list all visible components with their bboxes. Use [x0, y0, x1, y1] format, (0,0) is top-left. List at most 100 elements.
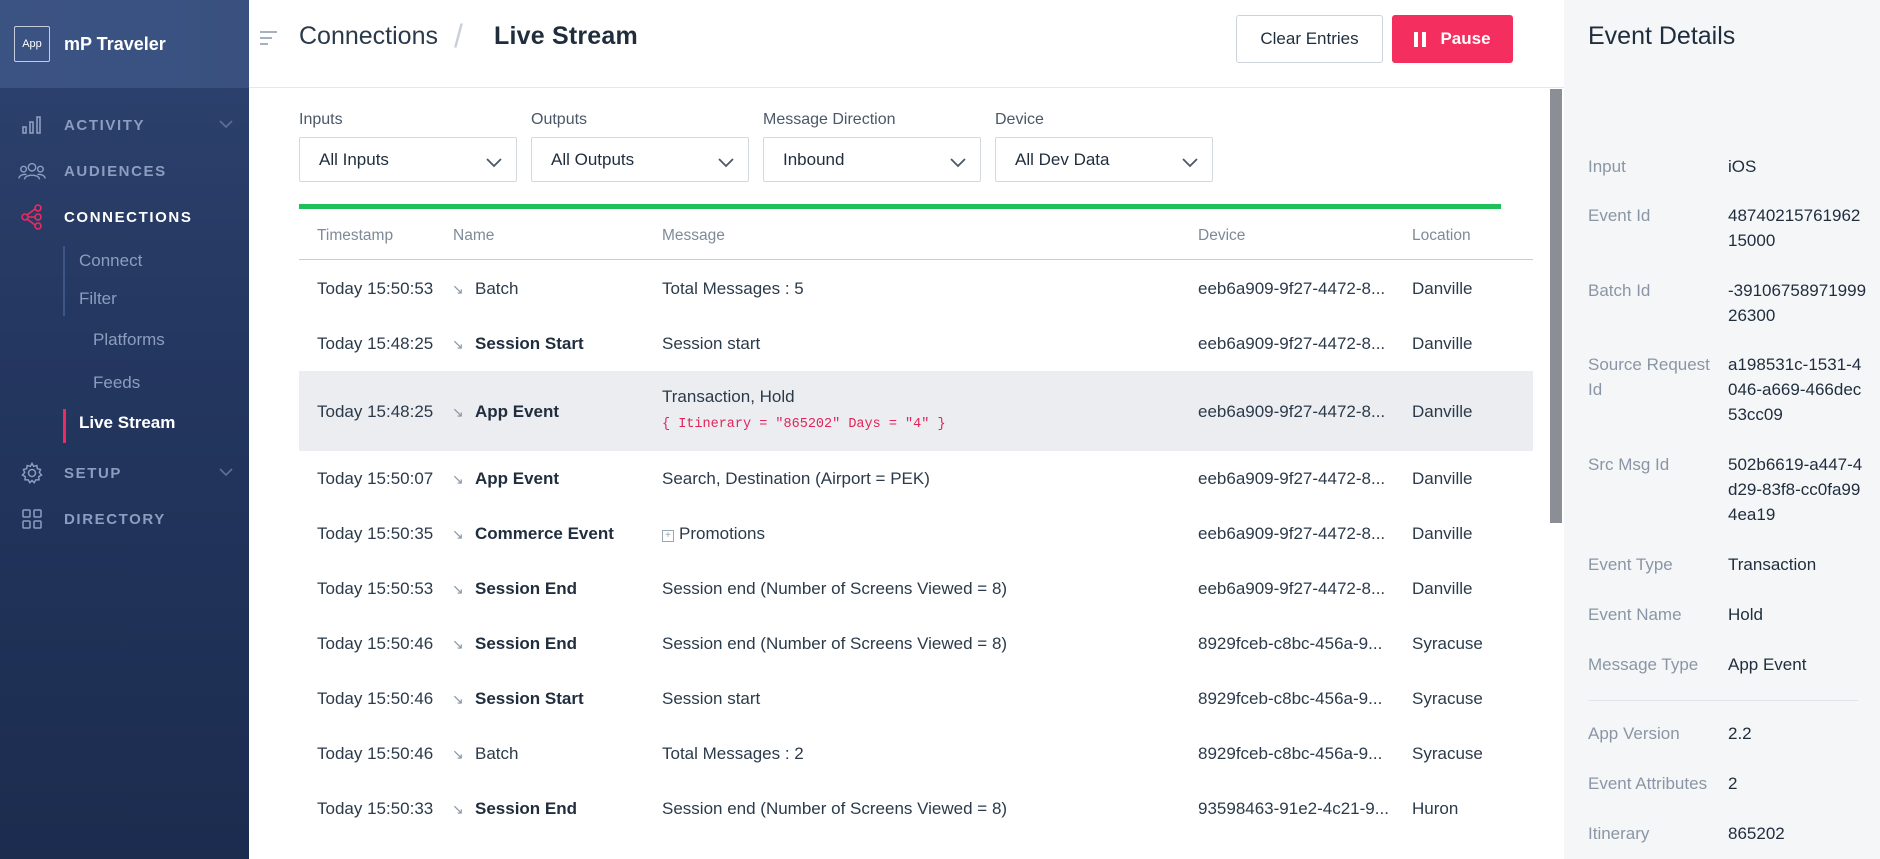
sidebar-item-connect[interactable]: Connect [63, 242, 249, 280]
live-stream-panel: Inputs All Inputs Outputs All Outputs Me… [249, 89, 1564, 859]
menu-icon[interactable] [259, 30, 279, 51]
nav-setup[interactable]: SETUP [0, 450, 249, 496]
sidebar-item-live-stream[interactable]: Live Stream [63, 404, 249, 443]
chevron-down-icon [950, 153, 966, 173]
event-table-body: Today 15:50:53 ↘ Batch Total Messages : 5 ee… [299, 261, 1533, 836]
row-name: Batch [475, 279, 519, 298]
row-message: Session start [662, 689, 761, 708]
row-location: Danville [1412, 279, 1473, 298]
sidebar: App mP Traveler ACTIVITY AUDIENCES CONNE… [0, 0, 249, 859]
col-timestamp[interactable]: Timestamp [317, 227, 393, 245]
sidebar-item-platforms[interactable]: Platforms [63, 318, 249, 361]
sidebar-item-filter[interactable]: Filter [63, 280, 249, 318]
detail-key: Itinerary [1588, 824, 1650, 843]
col-device[interactable]: Device [1198, 227, 1245, 245]
nav-connections[interactable]: CONNECTIONS [0, 194, 249, 240]
pause-label: Pause [1440, 29, 1491, 48]
inbound-arrow-icon: ↘ [452, 691, 464, 707]
chevron-down-icon [219, 116, 233, 134]
row-message-text: Promotions [679, 524, 765, 543]
col-message[interactable]: Message [662, 227, 725, 245]
outputs-filter: Outputs All Outputs [531, 111, 749, 182]
outputs-select[interactable]: All Outputs [531, 137, 749, 182]
row-timestamp: Today 15:50:35 [317, 524, 434, 543]
col-location[interactable]: Location [1412, 227, 1471, 245]
chevron-down-icon [219, 464, 233, 482]
nav-directory-label: DIRECTORY [64, 510, 166, 528]
table-row[interactable]: Today 15:50:35 ↘ Commerce Event + Promotions… [299, 506, 1533, 561]
row-timestamp: Today 15:50:33 [317, 799, 434, 818]
table-row[interactable]: Today 15:50:33 ↘ Session End Session end (N… [299, 781, 1533, 836]
inputs-select-value: All Inputs [319, 149, 389, 169]
detail-key: Input [1588, 157, 1626, 176]
direction-select[interactable]: Inbound [763, 137, 981, 182]
detail-key: Event Type [1588, 555, 1673, 574]
sidebar-item-feeds[interactable]: Feeds [63, 361, 249, 404]
row-timestamp: Today 15:50:46 [317, 744, 434, 763]
detail-value: 2.2 [1728, 724, 1752, 743]
row-location: Danville [1412, 469, 1473, 488]
outputs-select-value: All Outputs [551, 149, 635, 169]
row-location: Danville [1412, 402, 1473, 421]
col-name[interactable]: Name [453, 227, 494, 245]
table-row[interactable]: Today 15:50:53 ↘ Session End Session end (N… [299, 561, 1533, 616]
detail-key: Event Attributes [1588, 774, 1708, 793]
grid-icon [18, 508, 46, 530]
row-name: Commerce Event [475, 524, 614, 543]
row-name: Session Start [475, 334, 584, 353]
nav-audiences[interactable]: AUDIENCES [0, 148, 249, 194]
device-filter: Device All Dev Data [995, 111, 1213, 182]
row-device: eeb6a909-9f27-4472-8... [1198, 524, 1386, 543]
table-row[interactable]: Today 15:50:53 ↘ Batch Total Messages : 5 ee… [299, 261, 1533, 316]
row-device: 93598463-91e2-4c21-9... [1198, 799, 1389, 818]
nav-directory[interactable]: DIRECTORY [0, 496, 249, 542]
clear-entries-button[interactable]: Clear Entries [1236, 15, 1383, 63]
table-row[interactable]: Today 15:48:25 ↘ Session Start Session star… [299, 316, 1533, 371]
detail-key: Event Name [1588, 605, 1682, 624]
row-device: eeb6a909-9f27-4472-8... [1198, 579, 1386, 598]
app-logo: App [14, 26, 50, 62]
nav-activity[interactable]: ACTIVITY [0, 102, 249, 148]
row-timestamp: Today 15:50:07 [317, 469, 434, 488]
table-row[interactable]: Today 15:50:07 ↘ App Event Search, Destinat… [299, 451, 1533, 506]
direction-select-value: Inbound [783, 149, 845, 169]
table-header: Timestamp Name Message Device Location [299, 211, 1533, 260]
table-row[interactable]: Today 15:50:46 ↘ Batch Total Messages : 2 89… [299, 726, 1533, 781]
inbound-arrow-icon: ↘ [452, 471, 464, 487]
pause-icon [1414, 31, 1427, 47]
inbound-arrow-icon: ↘ [452, 801, 464, 817]
pause-button[interactable]: Pause [1392, 15, 1513, 63]
inputs-select[interactable]: All Inputs [299, 137, 517, 182]
direction-filter: Message Direction Inbound [763, 111, 981, 182]
detail-key: Batch Id [1588, 281, 1651, 300]
detail-value: -3910675897199926300 [1728, 281, 1867, 325]
inbound-arrow-icon: ↘ [452, 404, 464, 420]
row-attributes: { Itinerary = "865202" Days = "4" } [662, 417, 946, 432]
row-device: eeb6a909-9f27-4472-8... [1198, 334, 1386, 353]
chevron-down-icon [718, 153, 734, 173]
device-filter-label: Device [995, 111, 1044, 128]
main-nav: ACTIVITY AUDIENCES CONNECTIONS Connect F… [0, 88, 249, 542]
inbound-arrow-icon: ↘ [452, 636, 464, 652]
row-device: eeb6a909-9f27-4472-8... [1198, 279, 1386, 298]
detail-key: Source Request Id [1588, 355, 1710, 399]
brand-header[interactable]: App mP Traveler [0, 0, 249, 88]
device-select[interactable]: All Dev Data [995, 137, 1213, 182]
table-row[interactable]: Today 15:48:25 ↘ App Event Transaction, Hol… [299, 371, 1533, 451]
stream-progress-fill [299, 204, 1501, 209]
table-row[interactable]: Today 15:50:46 ↘ Session End Session end (N… [299, 616, 1533, 671]
row-name: App Event [475, 469, 560, 488]
row-message: Session start [662, 334, 761, 353]
scrollbar-thumb[interactable] [1550, 89, 1562, 523]
details-divider [1588, 700, 1858, 701]
outputs-filter-label: Outputs [531, 111, 588, 128]
nav-audiences-label: AUDIENCES [64, 162, 167, 180]
expand-icon[interactable]: + [662, 530, 674, 542]
detail-key: Message Type [1588, 655, 1699, 674]
table-row[interactable]: Today 15:50:46 ↘ Session Start Session star… [299, 671, 1533, 726]
row-message: + Promotions [662, 524, 765, 544]
detail-value: App Event [1728, 655, 1807, 674]
row-message: Session end (Number of Screens Viewed = … [662, 799, 1008, 818]
inputs-filter: Inputs All Inputs [299, 111, 517, 182]
breadcrumb-connections[interactable]: Connections [299, 22, 438, 51]
